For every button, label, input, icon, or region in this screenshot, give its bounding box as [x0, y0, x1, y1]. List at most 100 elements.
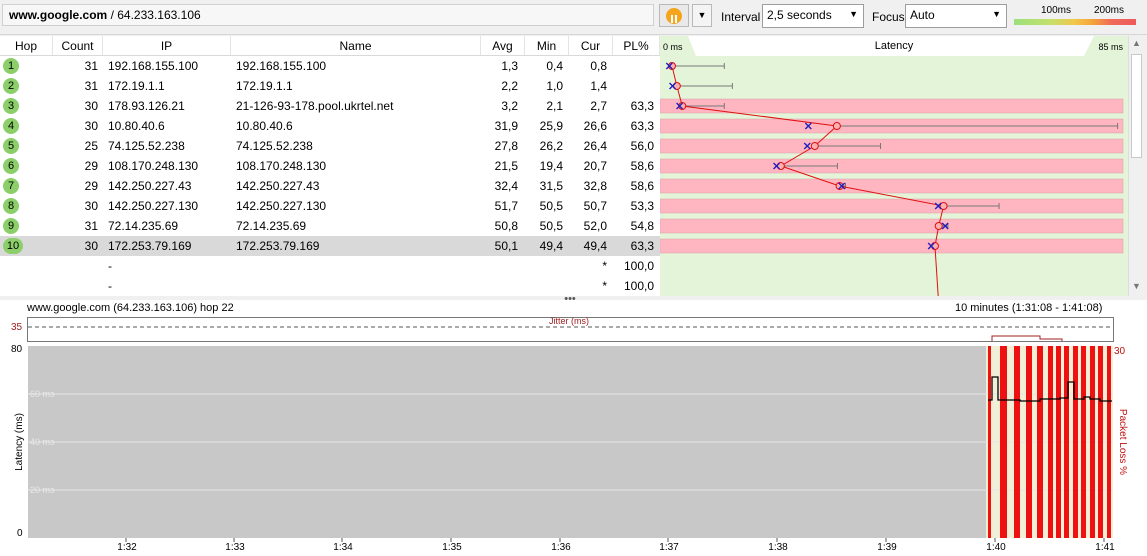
- cell-min: [525, 276, 563, 296]
- table-row[interactable]: 10 30 172.253.79.169 172.253.79.169 50,1 49,4…: [0, 236, 660, 256]
- cell-pl: 58,6: [630, 179, 654, 193]
- header-name[interactable]: Name: [231, 36, 481, 56]
- table-row[interactable]: 8 30 142.250.227.130 142.250.227.130 51,7 50,…: [0, 196, 660, 216]
- vertical-scrollbar[interactable]: ▲ ▼: [1128, 36, 1145, 296]
- cell-min: 31,5: [539, 179, 563, 193]
- packet-loss-bar: [1048, 346, 1053, 538]
- latency-max-label: 85 ms: [1098, 42, 1123, 52]
- latency-avg-point: [832, 122, 841, 130]
- packet-loss-bar: [1026, 346, 1032, 538]
- table-row[interactable]: 4 30 10.80.40.6 10.80.40.6 31,9 25,9 26,6 63,3: [0, 116, 660, 136]
- packet-loss-bar: [660, 198, 1124, 214]
- cell-cur: 20,7: [583, 159, 607, 173]
- hop-number-badge: 1: [3, 58, 19, 74]
- cell-name: 21-126-93-178.pool.ukrtel.net: [236, 99, 394, 113]
- cell-name: 142.250.227.130: [236, 199, 327, 213]
- header-pl[interactable]: PL%: [613, 36, 660, 56]
- table-row[interactable]: 7 29 142.250.227.43 142.250.227.43 32,4 31,5 3…: [0, 176, 660, 196]
- jitter-label: Jitter (ms): [549, 316, 589, 326]
- cell-count: 31: [84, 59, 98, 73]
- address-separator: /: [107, 8, 118, 22]
- y-axis-label: Latency (ms): [14, 413, 25, 471]
- packet-loss-bar: [660, 238, 1124, 254]
- cell-name: 142.250.227.43: [236, 179, 320, 193]
- packet-loss-bar: [1064, 346, 1069, 538]
- cell-ip: 192.168.155.100: [108, 59, 199, 73]
- packet-loss-bar: [1056, 346, 1061, 538]
- packet-loss-bar: [1073, 346, 1078, 538]
- packet-loss-bar: [988, 346, 991, 538]
- header-cur[interactable]: Cur: [569, 36, 613, 56]
- grid-label: 60 ms: [30, 389, 55, 399]
- scroll-up-icon[interactable]: ▲: [1132, 38, 1141, 48]
- interval-value: 2,5 seconds: [767, 8, 832, 22]
- cell-ip: 178.93.126.21: [108, 99, 185, 113]
- grid-label: 20 ms: [30, 485, 55, 495]
- latency-avg-point: [930, 242, 939, 250]
- cell-min: 26,2: [539, 139, 563, 153]
- packet-loss-bar: [660, 98, 1124, 114]
- cell-pl: 58,6: [630, 159, 654, 173]
- header-min[interactable]: Min: [525, 36, 569, 56]
- cell-ip: 72.14.235.69: [108, 219, 179, 233]
- header-hop[interactable]: Hop: [0, 36, 53, 56]
- toolbar: www.google.com / 64.233.163.106 ▼ Interv…: [0, 0, 1147, 35]
- latency-avg-point: [810, 142, 819, 150]
- chevron-down-icon: ▼: [697, 10, 707, 20]
- latency-graph: 0 ms Latency 85 ms: [660, 36, 1128, 296]
- cell-name: 74.125.52.238: [236, 139, 313, 153]
- cell-ip: -: [108, 279, 112, 293]
- header-count[interactable]: Count: [53, 36, 103, 56]
- cell-cur: 1,4: [590, 79, 607, 93]
- scroll-down-icon[interactable]: ▼: [1132, 281, 1141, 291]
- table-row[interactable]: 2 31 172.19.1.1 172.19.1.1 2,2 1,0 1,4: [0, 76, 660, 96]
- cell-count: [53, 256, 98, 276]
- table-row[interactable]: - * 100,0: [0, 276, 660, 296]
- table-row[interactable]: 1 31 192.168.155.100 192.168.155.100 1,3 0,4 0…: [0, 56, 660, 76]
- latency-color-legend: [1014, 19, 1136, 25]
- cell-cur: 26,4: [583, 139, 607, 153]
- address-ip: 64.233.163.106: [117, 8, 201, 22]
- pause-button[interactable]: [659, 4, 689, 27]
- cell-name: 72.14.235.69: [236, 219, 307, 233]
- header-ip[interactable]: IP: [103, 36, 231, 56]
- legend-200ms: 200ms: [1094, 5, 1125, 16]
- pause-dropdown-button[interactable]: ▼: [692, 4, 712, 27]
- cell-pl: 100,0: [623, 259, 654, 273]
- x-tick-label: 1:40: [986, 542, 1006, 553]
- header-avg[interactable]: Avg: [481, 36, 525, 56]
- scroll-thumb[interactable]: [1131, 54, 1142, 158]
- legend-100ms: 100ms: [1041, 5, 1072, 16]
- cell-pl: 100,0: [623, 279, 654, 293]
- cell-avg: 31,9: [494, 119, 518, 133]
- table-row[interactable]: 9 31 72.14.235.69 72.14.235.69 50,8 50,5 52,0 5…: [0, 216, 660, 236]
- hop-number-badge: 4: [3, 118, 19, 134]
- cell-avg: 27,8: [494, 139, 518, 153]
- hop-number-badge: 5: [3, 138, 19, 154]
- focus-select[interactable]: Auto ▼: [905, 4, 1007, 28]
- cell-ip: 172.19.1.1: [108, 79, 165, 93]
- table-row[interactable]: 5 25 74.125.52.238 74.125.52.238 27,8 26,2 26,…: [0, 136, 660, 156]
- packet-loss-bar: [660, 218, 1124, 234]
- packet-loss-bar: [1098, 346, 1103, 538]
- cell-avg: 51,7: [494, 199, 518, 213]
- chevron-down-icon: ▼: [849, 9, 858, 19]
- packet-loss-bar: [1107, 346, 1111, 538]
- table-row[interactable]: 6 29 108.170.248.130 108.170.248.130 21,5 19,…: [0, 156, 660, 176]
- y-max-label: 80: [11, 344, 23, 355]
- address-display[interactable]: www.google.com / 64.233.163.106: [2, 4, 654, 26]
- cell-min: 50,5: [539, 199, 563, 213]
- interval-select[interactable]: 2,5 seconds ▼: [762, 4, 864, 28]
- table-row[interactable]: 3 30 178.93.126.21 21-126-93-178.pool.ukrte…: [0, 96, 660, 116]
- cell-avg: 21,5: [494, 159, 518, 173]
- x-tick-label: 1:38: [768, 542, 788, 553]
- hop-number-badge: 10: [3, 238, 23, 254]
- cell-ip: -: [108, 259, 112, 273]
- x-tick-label: 1:34: [333, 542, 353, 553]
- address-host: www.google.com: [9, 8, 108, 22]
- cell-cur: 26,6: [583, 119, 607, 133]
- cell-avg: 50,8: [494, 219, 518, 233]
- cell-count: 31: [84, 79, 98, 93]
- cell-ip: 142.250.227.130: [108, 199, 199, 213]
- table-row[interactable]: - * 100,0: [0, 256, 660, 276]
